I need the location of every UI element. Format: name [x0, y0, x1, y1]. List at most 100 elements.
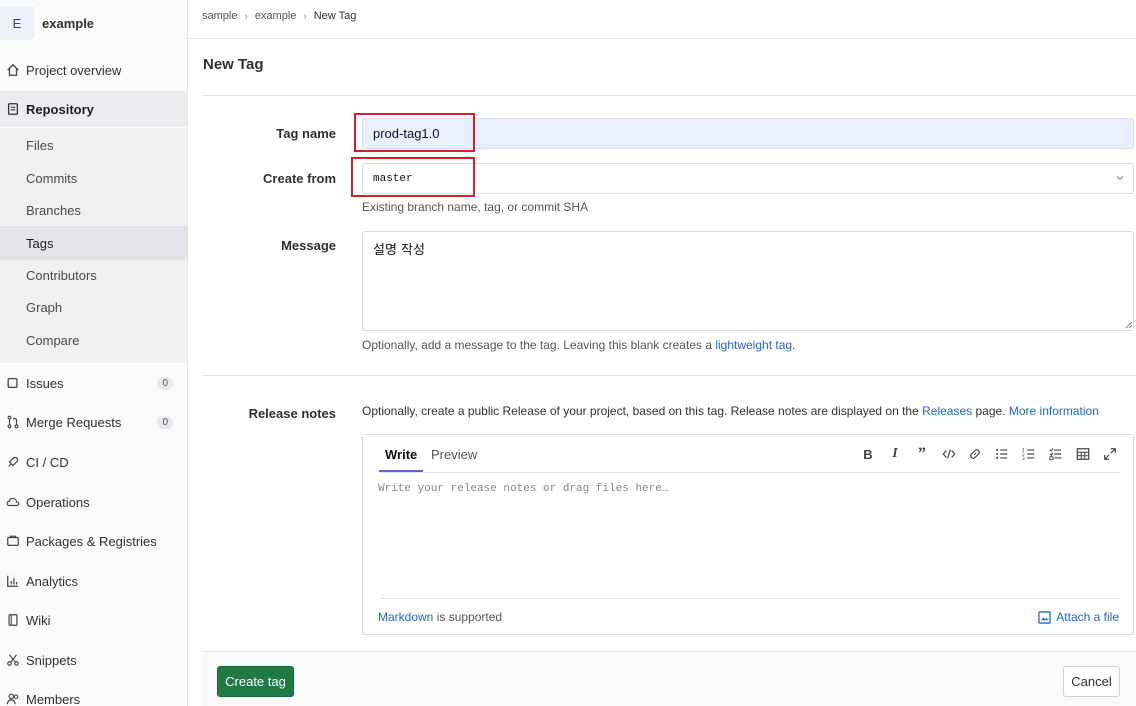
cloud-gear-icon: [0, 495, 26, 509]
bold-icon[interactable]: B: [859, 445, 877, 463]
issues-count-badge: 0: [157, 376, 173, 390]
tab-preview[interactable]: Preview: [431, 447, 477, 462]
sidebar-item-wiki[interactable]: Wiki: [0, 602, 187, 638]
page-title: New Tag: [203, 56, 264, 73]
task-list-icon[interactable]: [1047, 445, 1065, 463]
subnav-item-graph[interactable]: Graph: [26, 300, 62, 315]
bullet-list-icon[interactable]: [993, 445, 1011, 463]
book-icon: [0, 613, 26, 627]
sidebar-item-cicd[interactable]: CI / CD: [0, 444, 187, 480]
link-icon[interactable]: [966, 445, 984, 463]
create-from-help: Existing branch name, tag, or commit SHA: [362, 200, 589, 214]
chevron-down-icon: [1116, 176, 1124, 181]
subnav-item-contributors[interactable]: Contributors: [26, 268, 97, 283]
code-icon[interactable]: [940, 445, 958, 463]
sidebar-item-label: CI / CD: [26, 454, 69, 470]
sidebar-item-label: Members: [26, 691, 81, 706]
release-notes-label: Release notes: [248, 406, 336, 421]
sidebar-item-project-overview[interactable]: Project overview: [0, 52, 187, 88]
sidebar-item-label: Snippets: [26, 652, 77, 668]
chevron-right-icon: ›: [244, 10, 248, 22]
tag-name-label: Tag name: [276, 126, 336, 141]
sidebar-item-label: Repository: [26, 101, 94, 117]
message-help: Optionally, add a message to the tag. Le…: [362, 338, 795, 352]
sidebar-item-merge-requests[interactable]: Merge Requests 0: [0, 404, 187, 440]
italic-icon[interactable]: I: [886, 445, 904, 463]
breadcrumb-item-example[interactable]: example: [255, 10, 297, 22]
resize-handle-icon[interactable]: [1124, 320, 1133, 329]
message-help-suffix: .: [792, 338, 796, 352]
subnav-item-compare[interactable]: Compare: [26, 333, 79, 348]
chevron-right-icon: ›: [303, 10, 307, 22]
attach-file-label: Attach a file: [1056, 610, 1119, 624]
breadcrumb-current[interactable]: New Tag: [314, 10, 357, 22]
sidebar-item-label: Operations: [26, 494, 90, 510]
project-header[interactable]: E example: [0, 0, 187, 46]
release-help-mid: page.: [972, 404, 1009, 418]
message-help-text: Optionally, add a message to the tag. Le…: [362, 338, 716, 352]
quote-icon[interactable]: ”: [913, 445, 931, 463]
markdown-note-suffix: is supported: [433, 610, 503, 624]
create-from-label: Create from: [263, 171, 336, 186]
sidebar-item-packages[interactable]: Packages & Registries: [0, 523, 187, 559]
sidebar-item-repository[interactable]: Repository: [0, 91, 187, 127]
release-help-text: Optionally, create a public Release of y…: [362, 404, 923, 418]
sidebar-item-label: Issues: [26, 375, 64, 391]
create-tag-button[interactable]: Create tag: [217, 666, 294, 697]
users-icon: [0, 692, 26, 706]
header-divider: [188, 38, 1136, 39]
merge-requests-count-badge: 0: [157, 415, 173, 429]
subnav-item-tags[interactable]: Tags: [26, 236, 53, 251]
image-icon: [1038, 610, 1052, 624]
sidebar-item-label: Merge Requests: [26, 414, 122, 430]
sidebar-item-issues[interactable]: Issues 0: [0, 365, 187, 401]
sidebar-item-analytics[interactable]: Analytics: [0, 563, 187, 599]
sidebar-item-operations[interactable]: Operations: [0, 484, 187, 520]
lightweight-tag-link[interactable]: lightweight tag: [715, 338, 792, 352]
chart-icon: [0, 574, 26, 588]
markdown-link[interactable]: Markdown: [378, 610, 433, 624]
repository-icon: [0, 102, 26, 116]
sidebar-item-label: Wiki: [26, 612, 51, 628]
create-from-value: master: [373, 172, 413, 185]
subnav-item-commits[interactable]: Commits: [26, 171, 77, 186]
project-avatar[interactable]: E: [0, 6, 34, 40]
breadcrumb-item-sample[interactable]: sample: [202, 10, 237, 22]
sidebar-item-snippets[interactable]: Snippets: [0, 642, 187, 678]
home-icon: [0, 63, 26, 77]
sidebar-item-label: Analytics: [26, 573, 79, 589]
sidebar-item-label: Packages & Registries: [26, 533, 157, 549]
title-divider: [202, 95, 1136, 96]
release-notes-editor: Write Preview B I ” 123 Write your relea…: [362, 434, 1134, 635]
issues-icon: [0, 376, 26, 390]
subnav-item-branches[interactable]: Branches: [26, 203, 81, 218]
tag-name-input[interactable]: [362, 118, 1134, 149]
table-icon[interactable]: [1074, 445, 1092, 463]
sidebar-item-members[interactable]: Members: [0, 681, 187, 706]
sidebar: E example Project overview Repository Fi…: [0, 0, 188, 706]
markdown-note: Markdown is supported: [378, 610, 502, 624]
project-name[interactable]: example: [42, 16, 94, 31]
rocket-icon: [0, 455, 26, 469]
release-notes-help: Optionally, create a public Release of y…: [362, 404, 1099, 418]
merge-request-icon: [0, 415, 26, 429]
releases-link[interactable]: Releases: [922, 404, 972, 418]
more-information-link[interactable]: More information: [1009, 404, 1099, 418]
cancel-button[interactable]: Cancel: [1063, 666, 1120, 697]
subnav-item-files[interactable]: Files: [26, 138, 53, 153]
fullscreen-icon[interactable]: [1101, 445, 1119, 463]
form-actions: [202, 651, 1136, 706]
section-divider: [202, 375, 1136, 376]
scissors-icon: [0, 653, 26, 667]
editor-footer-divider: [379, 598, 1120, 599]
repository-subnav: Files Commits Branches Tags Contributors…: [0, 128, 187, 363]
tab-write[interactable]: Write: [385, 447, 417, 462]
breadcrumb: sample › example › New Tag: [202, 10, 356, 22]
attach-file-button[interactable]: Attach a file: [1038, 610, 1119, 624]
create-from-dropdown[interactable]: master: [362, 163, 1134, 194]
numbered-list-icon[interactable]: 123: [1020, 445, 1038, 463]
release-notes-textarea[interactable]: Write your release notes or drag files h…: [378, 483, 668, 495]
svg-text:3: 3: [1022, 456, 1025, 461]
editor-toolbar-divider: [379, 472, 1120, 473]
message-textarea[interactable]: 설명 작성: [362, 231, 1134, 331]
